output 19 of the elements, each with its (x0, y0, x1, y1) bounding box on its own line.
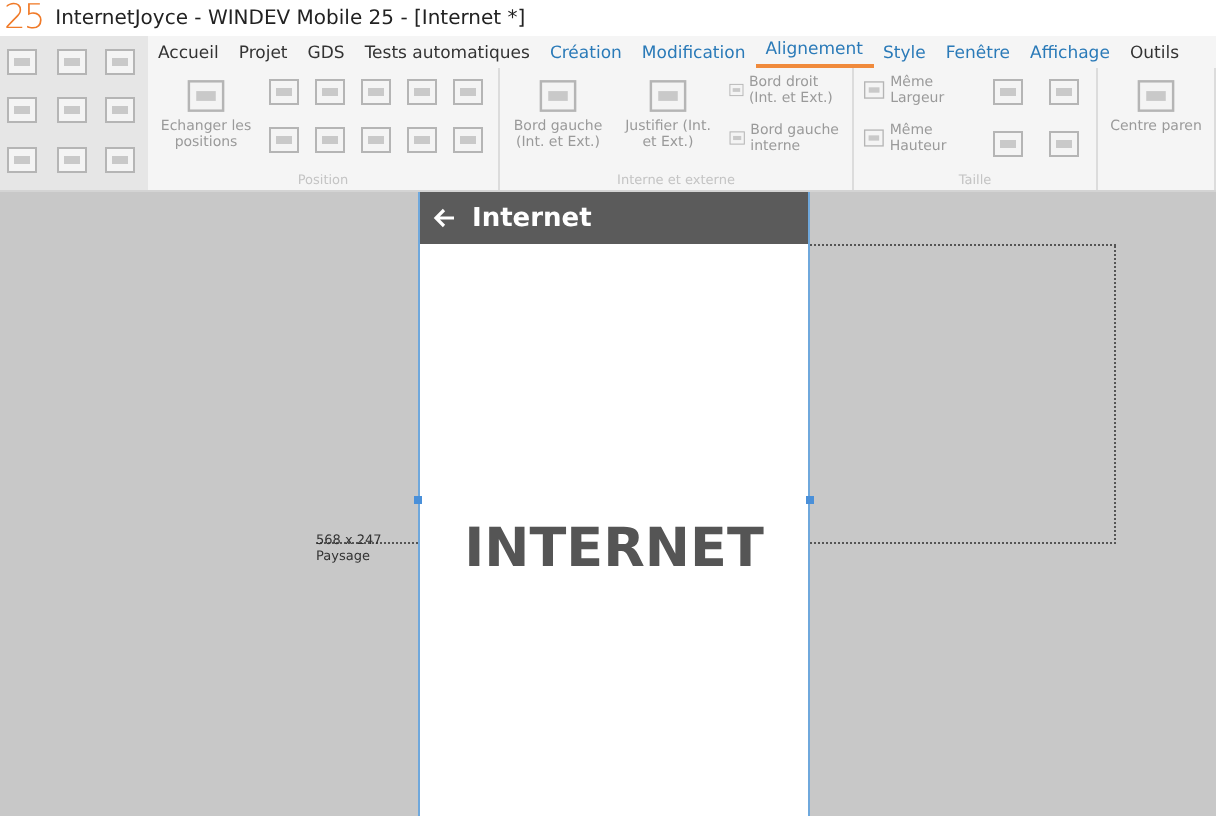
ribbon-tab[interactable]: Accueil (148, 44, 229, 68)
heading-text: INTERNET (462, 518, 766, 580)
ribbon-tab[interactable]: Projet (228, 44, 298, 68)
selection-handle[interactable] (806, 496, 814, 504)
phone-window[interactable]: Internet INTERNET (418, 192, 810, 816)
ribbon-tab[interactable]: Création (539, 44, 632, 68)
back-arrow-icon[interactable] (432, 206, 456, 230)
ribbon-tab[interactable]: Tests automatiques (354, 44, 540, 68)
app-logo: 25 (4, 0, 44, 36)
ribbon-tab[interactable]: Style (873, 44, 936, 68)
header-title: Internet (472, 203, 592, 233)
ribbon-tab[interactable]: Modification (631, 44, 756, 68)
ribbon-tab[interactable]: Outils (1119, 44, 1189, 68)
ribbon-tab[interactable]: Fenêtre (935, 44, 1020, 68)
selection-handle[interactable] (414, 496, 422, 504)
ribbon-tab[interactable]: Alignement (755, 40, 873, 68)
ribbon-tab[interactable]: GDS (297, 44, 355, 68)
ribbon-tab[interactable]: Affichage (1020, 44, 1120, 68)
window-title: InternetJoyce - WINDEV Mobile 25 - [Internet *] (55, 7, 526, 29)
